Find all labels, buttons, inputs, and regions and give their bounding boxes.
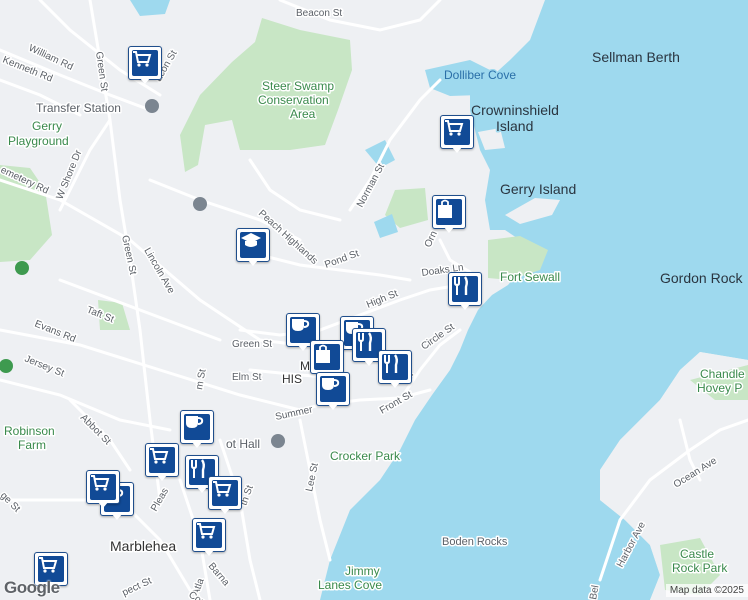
park-poi-icon: [15, 261, 29, 275]
marker-shop-5[interactable]: [86, 470, 120, 510]
marker-school[interactable]: [236, 228, 270, 268]
label-historic-1: M: [300, 359, 310, 373]
label-boden-rocks: Boden Rocks: [442, 536, 508, 548]
label-abbot-hall: ot Hall: [226, 437, 260, 451]
marker-cafe-4[interactable]: [180, 410, 214, 450]
label-sellman-berth: Sellman Berth: [592, 49, 680, 65]
label-dolliber-cove: Dolliber Cove: [444, 68, 516, 82]
map-canvas[interactable]: Beacon St William Rd Kenneth Rd Green St…: [0, 0, 748, 600]
label-robinson-farm-1: Robinson: [4, 424, 55, 438]
google-logo: Google: [4, 578, 60, 597]
label-steer-swamp-2: Conservation: [258, 93, 329, 107]
label-gerry-island: Gerry Island: [500, 181, 576, 197]
label-robinson-farm-2: Farm: [18, 438, 46, 452]
transfer-station-icon: [145, 99, 159, 113]
label-castle-rock-1: Castle: [680, 547, 714, 561]
label-historic-2: HIS: [282, 372, 302, 386]
map-attribution[interactable]: Map data ©2025: [665, 584, 748, 597]
label-gerry-playground-1: Gerry: [32, 119, 62, 133]
label-gerry-playground-2: Playground: [8, 134, 69, 148]
marker-store-1[interactable]: [432, 195, 466, 235]
label-castle-rock-2: Rock Park: [672, 561, 728, 575]
marker-shop-2[interactable]: [440, 115, 474, 155]
label-beacon-st: Beacon St: [296, 8, 342, 19]
label-marblehead: Marblehea: [110, 538, 176, 554]
label-elm-st: Elm St: [232, 372, 262, 383]
label-chandler-1: Chandle: [700, 367, 745, 381]
label-crowninshield-2: Island: [496, 118, 533, 134]
label-steer-swamp-3: Area: [290, 107, 316, 121]
label-gordon-rock: Gordon Rock: [660, 270, 743, 286]
marker-cafe-3[interactable]: [316, 372, 350, 412]
label-transfer-station: Transfer Station: [36, 101, 121, 115]
label-crocker-park: Crocker Park: [330, 449, 401, 463]
label-chandler-2: Hovey P: [697, 381, 742, 395]
marker-shop-1[interactable]: [128, 46, 162, 86]
label-jimmy-lanes-1: Jimmy: [345, 564, 380, 578]
school-poi-icon: [193, 197, 207, 211]
marker-shop-4[interactable]: [208, 476, 242, 516]
marker-restaurant-1[interactable]: [448, 272, 482, 312]
marker-shop-3[interactable]: [145, 443, 179, 483]
marker-shop-6[interactable]: [192, 518, 226, 558]
marker-restaurant-3[interactable]: [378, 350, 412, 390]
label-jimmy-lanes-2: Lanes Cove: [318, 578, 382, 592]
abbot-hall-icon: [271, 434, 285, 448]
label-fort-sewall: Fort Sewall: [500, 270, 560, 284]
label-crowninshield-1: Crowninshield: [471, 102, 559, 118]
label-steer-swamp-1: Steer Swamp: [262, 79, 334, 93]
label-green-st-center: Green St: [232, 339, 272, 350]
